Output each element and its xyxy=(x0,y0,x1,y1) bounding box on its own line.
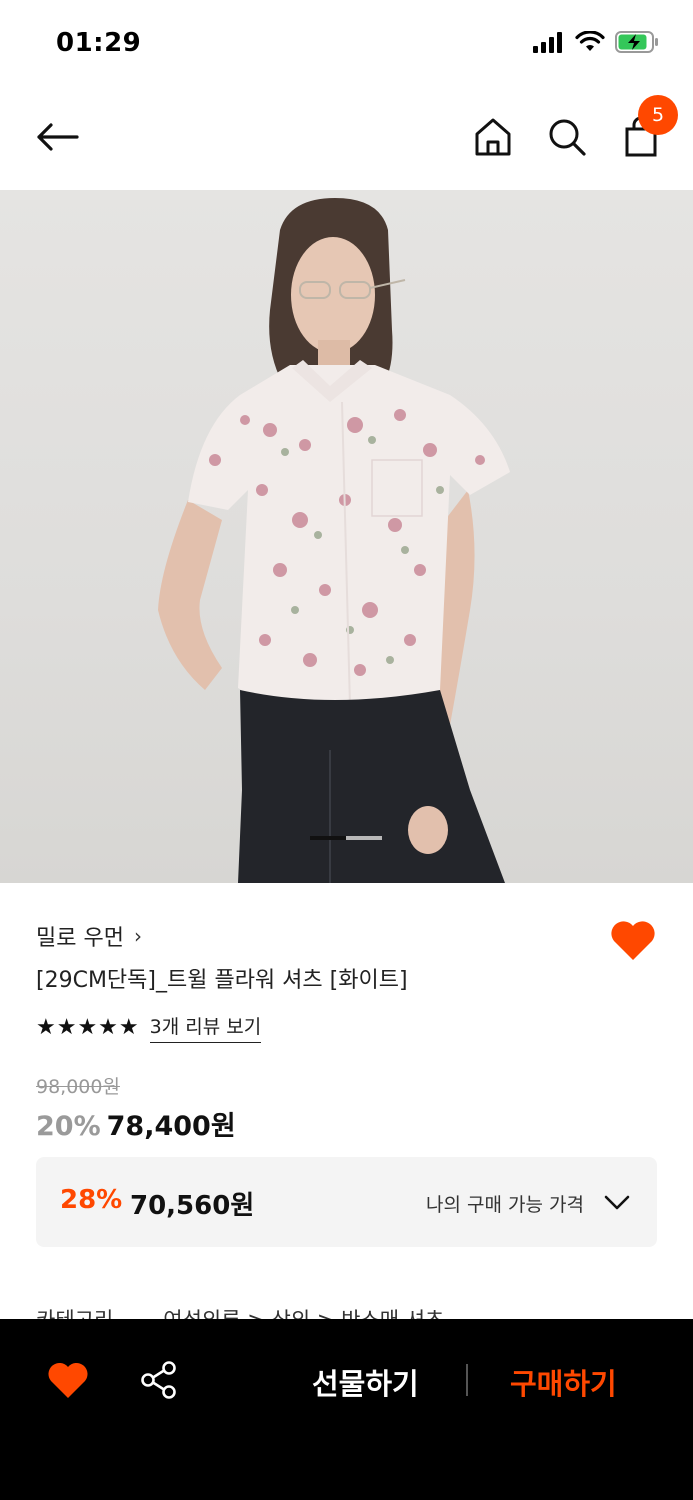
sale-price: 78,400원 xyxy=(106,1111,236,1142)
share-icon xyxy=(141,1361,176,1399)
search-button[interactable] xyxy=(544,114,590,160)
original-price: 98,000원 xyxy=(36,1076,120,1098)
status-bar: 01:29 xyxy=(0,0,693,90)
carousel-indicator-active xyxy=(310,836,346,840)
status-icons xyxy=(533,30,659,54)
heart-icon xyxy=(611,921,655,960)
bottom-action-bar: 선물하기 구매하기 xyxy=(0,1319,693,1500)
wifi-icon xyxy=(575,31,605,51)
product-title: [29CM단독]_트윌 플라워 셔츠 [화이트] xyxy=(36,968,408,993)
top-nav xyxy=(0,90,693,190)
product-photo xyxy=(158,198,510,883)
chevron-down-icon xyxy=(604,1195,630,1210)
like-button[interactable] xyxy=(608,916,658,964)
product-image-carousel[interactable] xyxy=(0,190,693,883)
bottom-divider xyxy=(466,1364,468,1396)
bottom-like-button[interactable] xyxy=(46,1359,90,1401)
home-icon xyxy=(475,118,511,156)
price-row: 20% 78,400원 xyxy=(36,1104,236,1143)
brand-link[interactable]: 밀로 우먼 › xyxy=(36,920,142,952)
search-icon xyxy=(549,119,586,156)
chevron-right-icon: › xyxy=(133,924,142,948)
review-link[interactable]: 3개 리뷰 보기 xyxy=(149,1012,262,1043)
back-button[interactable] xyxy=(32,114,82,160)
cart-count-badge: 5 xyxy=(638,95,678,135)
discount-rate: 20% xyxy=(36,1111,101,1142)
cellular-signal-icon xyxy=(533,32,562,53)
buy-button[interactable]: 구매하기 xyxy=(510,1361,617,1403)
carousel-indicator xyxy=(310,836,382,840)
my-price-dropdown[interactable]: 28% 70,560원 나의 구매 가능 가격 xyxy=(36,1157,657,1247)
my-price: 70,560원 xyxy=(130,1191,255,1221)
heart-icon xyxy=(48,1362,88,1398)
home-button[interactable] xyxy=(470,114,516,160)
share-button[interactable] xyxy=(138,1359,180,1401)
my-price-label: 나의 구매 가능 가격 xyxy=(426,1194,584,1216)
status-time: 01:29 xyxy=(56,28,142,58)
my-discount-rate: 28% xyxy=(60,1185,123,1215)
back-arrow-icon xyxy=(37,123,79,151)
brand-name: 밀로 우먼 xyxy=(36,926,124,951)
gift-button[interactable]: 선물하기 xyxy=(312,1361,419,1403)
rating-row: ★★★★★ 3개 리뷰 보기 xyxy=(36,1012,262,1043)
battery-charging-icon xyxy=(615,31,658,53)
rating-stars: ★★★★★ xyxy=(36,1015,140,1040)
